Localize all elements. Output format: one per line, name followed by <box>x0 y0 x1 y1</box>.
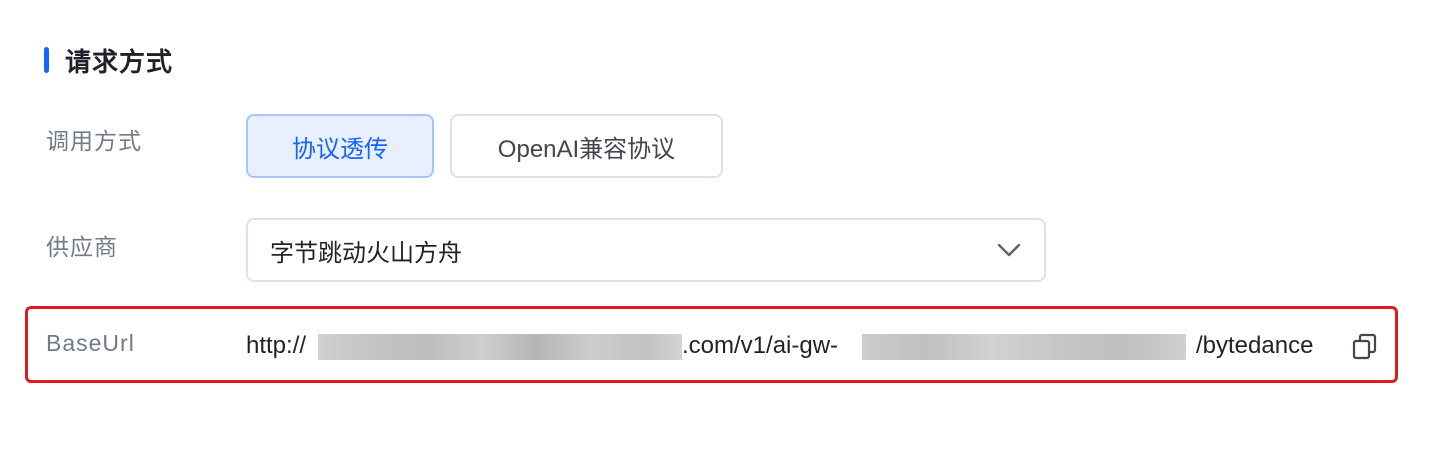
provider-select[interactable]: 字节跳动火山方舟 <box>246 218 1046 282</box>
provider-label: 供应商 <box>46 234 118 260</box>
protocol-passthrough-label: 协议透传 <box>292 135 388 163</box>
redacted-gateway-id <box>862 334 1186 360</box>
baseurl-prefix: http:// <box>246 332 307 359</box>
invoke-method-label: 调用方式 <box>46 128 142 154</box>
baseurl-middle: .com/v1/ai-gw- <box>682 332 839 359</box>
provider-select-value: 字节跳动火山方舟 <box>270 239 462 267</box>
baseurl-label: BaseUrl <box>46 330 135 356</box>
section-title: 请求方式 <box>65 46 174 77</box>
copy-icon[interactable] <box>1352 333 1378 361</box>
redacted-host <box>318 334 682 360</box>
chevron-down-icon <box>996 237 1022 263</box>
request-method-panel: 请求方式 调用方式 协议透传 OpenAI兼容协议 供应商 字节跳动火山方舟 B… <box>0 0 1450 450</box>
baseurl-suffix: /bytedance <box>1196 332 1314 359</box>
protocol-passthrough-button[interactable]: 协议透传 <box>246 114 434 178</box>
section-heading: 请求方式 <box>44 44 174 77</box>
section-accent-bar <box>44 47 49 73</box>
openai-compatible-button[interactable]: OpenAI兼容协议 <box>450 114 723 178</box>
openai-compatible-label: OpenAI兼容协议 <box>497 135 676 163</box>
